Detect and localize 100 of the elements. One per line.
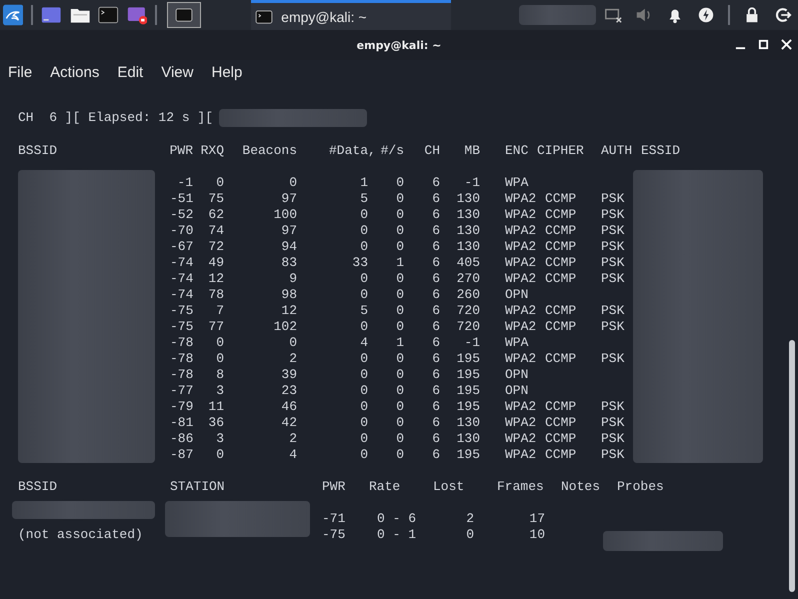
table-cell: 9 (289, 271, 297, 287)
table-cell: 0 (216, 351, 224, 367)
column-header: STATION (170, 479, 226, 495)
table-cell: 6 (432, 191, 440, 207)
table-cell: 97 (281, 191, 297, 207)
table-cell: 17 (529, 511, 545, 527)
maximize-icon[interactable] (758, 39, 769, 50)
table-cell: CCMP (545, 207, 576, 223)
table-cell: 0 (360, 207, 368, 223)
table-cell: -74 (170, 287, 194, 303)
table-cell: 0 (396, 303, 404, 319)
close-icon[interactable] (781, 39, 792, 50)
table-cell: 130 (456, 191, 480, 207)
table-cell: 3 (216, 383, 224, 399)
display-icon[interactable] (604, 6, 622, 24)
menu-item[interactable]: View (156, 64, 198, 81)
table-cell: WPA2 (505, 447, 536, 463)
menu-item[interactable]: Actions (45, 64, 104, 81)
table-cell: 1 (396, 335, 404, 351)
table-cell: 102 (274, 319, 297, 335)
table-cell: WPA2 (505, 351, 536, 367)
table-cell: 0 (396, 239, 404, 255)
column-header: ESSID (641, 143, 680, 159)
task-button[interactable]: empy@kali: ~ (251, 0, 452, 30)
table-cell: WPA2 (505, 415, 536, 431)
table-cell: 33 (352, 255, 368, 271)
column-header: Lost (433, 479, 466, 495)
terminal-icon (174, 8, 193, 22)
table-cell: 130 (456, 415, 480, 431)
table-cell: 6 (432, 223, 440, 239)
table-cell: 0 (360, 239, 368, 255)
table-cell: 6 (432, 431, 440, 447)
dragon-logo-icon[interactable] (3, 3, 24, 27)
table-cell: 94 (281, 239, 297, 255)
table-cell: 100 (274, 207, 297, 223)
table-cell: 0 (360, 415, 368, 431)
table-cell: -74 (170, 255, 194, 271)
table-cell: 0 (360, 447, 368, 463)
table-cell: 0 (396, 399, 404, 415)
column-header: #/s (380, 143, 404, 159)
table-cell: 0 (396, 271, 404, 287)
lightning-icon[interactable] (697, 6, 715, 24)
table-cell: 0 (396, 415, 404, 431)
table-cell: 195 (456, 447, 480, 463)
table-cell: 49 (208, 255, 224, 271)
table-cell: WPA2 (505, 207, 536, 223)
table-cell: 0 (396, 175, 404, 191)
table-cell: 0 - 1 (377, 527, 416, 543)
table-cell: 0 (289, 175, 297, 191)
column-header: PWR (170, 143, 193, 159)
table-cell: 0 (396, 207, 404, 223)
table-cell: 97 (281, 223, 297, 239)
menu-item[interactable]: Edit (112, 64, 148, 81)
column-header: #Data, (329, 143, 376, 159)
table-cell: CCMP (545, 431, 576, 447)
table-cell: -78 (170, 367, 194, 383)
table-cell: 0 (396, 191, 404, 207)
table-cell: CCMP (545, 255, 576, 271)
table-cell: -81 (170, 415, 194, 431)
window-title: empy@kali: ~ (356, 38, 442, 52)
terminal-launcher-button[interactable] (166, 2, 202, 28)
table-cell: 0 (396, 367, 404, 383)
table-cell: PSK (601, 223, 624, 239)
table-cell: 0 (216, 335, 224, 351)
table-cell: -78 (170, 335, 194, 351)
menu-item[interactable]: File (3, 64, 38, 81)
table-cell: -75 (322, 527, 346, 543)
scrollbar-thumb[interactable] (789, 340, 795, 592)
table-cell: 39 (281, 367, 297, 383)
column-header: ENC (505, 143, 528, 159)
table-cell: 12 (281, 303, 297, 319)
table-cell: PSK (601, 351, 624, 367)
table-cell: WPA (505, 175, 528, 191)
table-cell: 6 (432, 239, 440, 255)
table-cell: WPA2 (505, 399, 536, 415)
column-header: CIPHER (537, 143, 584, 159)
table-cell: 6 (432, 207, 440, 223)
table-cell: 4 (360, 335, 368, 351)
menu-item[interactable]: Help (206, 64, 248, 81)
table-cell: 6 (432, 175, 440, 191)
table-cell: 98 (281, 287, 297, 303)
table-cell: 78 (208, 287, 224, 303)
table-cell: -70 (170, 223, 194, 239)
logout-icon[interactable] (774, 6, 792, 24)
table-cell: -51 (170, 191, 194, 207)
table-cell: 0 (360, 271, 368, 287)
table-cell: 270 (456, 271, 480, 287)
table-cell: 130 (456, 223, 480, 239)
table-cell: 6 (432, 447, 440, 463)
table-cell: -1 (177, 175, 193, 191)
table-cell: 4 (289, 447, 297, 463)
table-cell: 0 (216, 175, 224, 191)
column-header: AUTH (601, 143, 632, 159)
table-cell: 6 (432, 335, 440, 351)
table-cell: WPA (505, 335, 528, 351)
table-cell: -75 (170, 303, 194, 319)
table-cell: 0 (360, 319, 368, 335)
table-cell: 77 (208, 319, 224, 335)
table-cell: PSK (601, 239, 624, 255)
column-header: BSSID (18, 479, 58, 495)
